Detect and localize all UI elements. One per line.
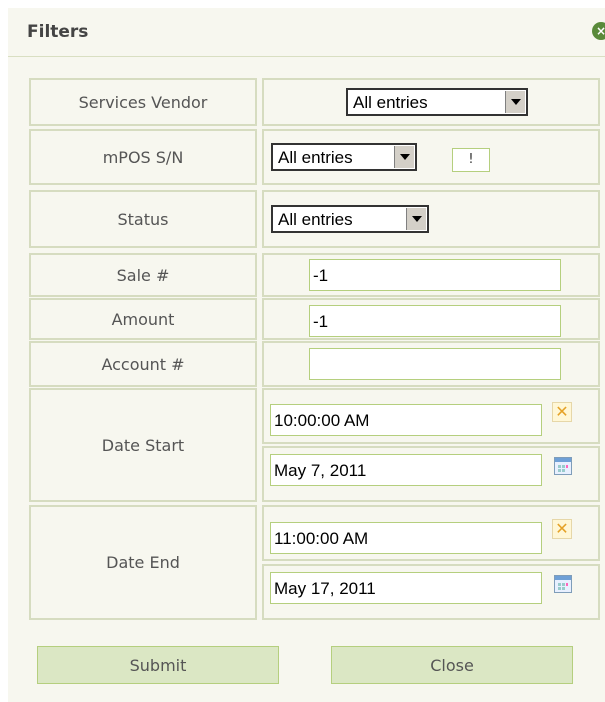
date-end-time-cell: 11:00:00 AM ✕ [262, 505, 600, 561]
status-value-cell: All entries [262, 190, 600, 248]
date-end-label: Date End [106, 553, 180, 572]
chevron-down-icon[interactable] [394, 146, 414, 168]
dialog-header: Filters × [8, 8, 605, 57]
services-vendor-value-cell: All entries [262, 78, 600, 126]
services-vendor-selected: All entries [353, 93, 428, 112]
status-label: Status [117, 209, 169, 229]
services-vendor-label-cell: Services Vendor [29, 78, 257, 126]
mpos-sn-button[interactable]: ! [452, 148, 490, 172]
status-select[interactable]: All entries [271, 205, 429, 233]
sale-label-cell: Sale # [29, 253, 257, 297]
sale-input[interactable]: -1 [309, 259, 561, 291]
close-button[interactable]: Close [331, 646, 573, 684]
clear-icon[interactable]: ✕ [552, 402, 572, 422]
mpos-sn-label-cell: mPOS S/N [29, 129, 257, 185]
amount-label-cell: Amount [29, 298, 257, 340]
account-label: Account # [101, 354, 185, 374]
clear-icon[interactable]: ✕ [552, 519, 572, 539]
account-value-cell [262, 341, 600, 387]
services-vendor-select[interactable]: All entries [346, 88, 528, 116]
status-label-cell: Status [29, 190, 257, 248]
chevron-down-icon[interactable] [406, 208, 426, 230]
date-end-time-input[interactable]: 11:00:00 AM [270, 522, 542, 554]
sale-label: Sale # [116, 265, 170, 285]
mpos-sn-selected: All entries [278, 148, 353, 167]
calendar-icon[interactable] [554, 457, 572, 475]
amount-label: Amount [111, 309, 175, 329]
dialog-title: Filters [27, 22, 89, 42]
date-start-label: Date Start [101, 435, 185, 455]
mpos-sn-select[interactable]: All entries [271, 143, 417, 171]
date-start-date-cell: May 7, 2011 [262, 446, 600, 502]
status-selected: All entries [278, 210, 353, 229]
amount-value-cell: -1 [262, 298, 600, 340]
amount-input[interactable]: -1 [309, 305, 561, 337]
close-icon[interactable]: × [592, 22, 605, 40]
sale-value-cell: -1 [262, 253, 600, 297]
mpos-sn-value-cell: All entries ! [262, 129, 600, 185]
account-label-cell: Account # [29, 341, 257, 387]
chevron-down-icon[interactable] [505, 91, 525, 113]
date-start-time-input[interactable]: 10:00:00 AM [270, 404, 542, 436]
date-start-date-input[interactable]: May 7, 2011 [270, 454, 542, 486]
date-start-label-cell: Date Start [29, 388, 257, 502]
services-vendor-label: Services Vendor [78, 92, 208, 112]
mpos-sn-label: mPOS S/N [102, 147, 184, 167]
date-start-time-cell: 10:00:00 AM ✕ [262, 388, 600, 444]
account-input[interactable] [309, 348, 561, 380]
date-end-date-input[interactable]: May 17, 2011 [270, 572, 542, 604]
calendar-icon[interactable] [554, 575, 572, 593]
date-end-label-cell: Date End [29, 505, 257, 620]
submit-button[interactable]: Submit [37, 646, 279, 684]
date-end-date-cell: May 17, 2011 [262, 564, 600, 620]
